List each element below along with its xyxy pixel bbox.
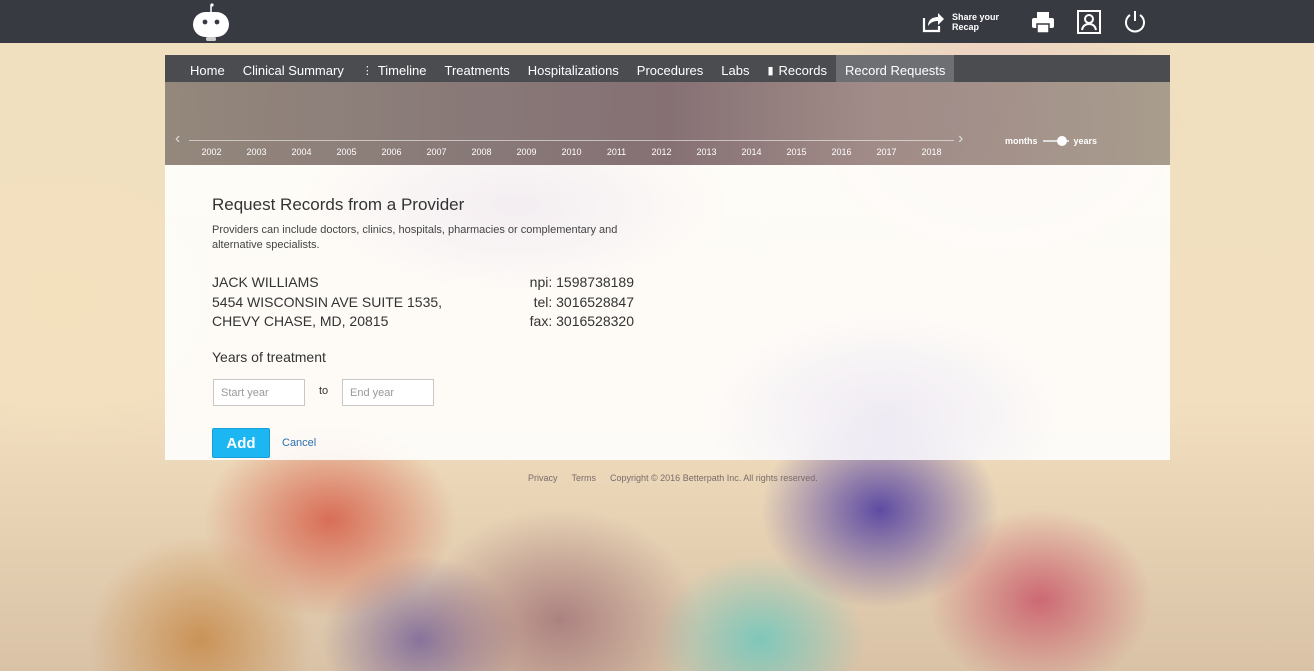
- nav-record-requests-label: Record Requests: [844, 62, 946, 78]
- year-2012[interactable]: 2012: [639, 140, 684, 157]
- year-2005[interactable]: 2005: [324, 140, 369, 157]
- toggle-years-label[interactable]: years: [1074, 136, 1098, 146]
- provider-address: JACK WILLIAMS 5454 WISCONSIN AVE SUITE 1…: [212, 273, 442, 332]
- request-title: Request Records from a Provider: [212, 195, 465, 214]
- timeline-next-icon[interactable]: ›: [958, 131, 963, 147]
- timeline-bar: ‹ 2002 2003 2004 2005 2006 2007 2008 200…: [165, 82, 1170, 165]
- toggle-months-label[interactable]: months: [1005, 136, 1038, 146]
- robot-logo-icon[interactable]: [190, 2, 232, 42]
- year-2016[interactable]: 2016: [819, 140, 864, 157]
- nav-clinical-summary-label: Clinical Summary: [242, 62, 344, 78]
- share-recap-label: Share your Recap: [952, 12, 1000, 32]
- nav-clinical-summary[interactable]: Clinical Summary: [234, 55, 353, 82]
- vertical-dots-icon: ⋮: [361, 64, 373, 77]
- years-of-treatment-label: Years of treatment: [212, 349, 326, 365]
- provider-name: JACK WILLIAMS: [212, 274, 319, 290]
- year-2009[interactable]: 2009: [504, 140, 549, 157]
- year-2006[interactable]: 2006: [369, 140, 414, 157]
- year-2010[interactable]: 2010: [549, 140, 594, 157]
- power-icon[interactable]: [1122, 9, 1148, 35]
- top-bar: Share your Recap: [0, 0, 1314, 43]
- year-2017[interactable]: 2017: [864, 140, 909, 157]
- nav-timeline[interactable]: ⋮ Timeline: [353, 55, 436, 82]
- nav-treatments[interactable]: Treatments: [435, 55, 518, 82]
- months-years-toggle: months years: [1005, 136, 1097, 146]
- timeline-years: 2002 2003 2004 2005 2006 2007 2008 2009 …: [189, 140, 954, 157]
- nav-labs[interactable]: Labs: [712, 55, 758, 82]
- provider-npi: npi: 1598738189: [529, 274, 634, 290]
- profile-icon[interactable]: [1076, 9, 1102, 35]
- document-icon: ▮: [767, 64, 774, 77]
- request-description: Providers can include doctors, clinics, …: [212, 224, 618, 251]
- nav-procedures[interactable]: Procedures: [628, 55, 712, 82]
- provider-contact: npi: 1598738189 tel: 3016528847 fax: 301…: [483, 273, 634, 332]
- year-2003[interactable]: 2003: [234, 140, 279, 157]
- year-2007[interactable]: 2007: [414, 140, 459, 157]
- footer: Privacy Terms Copyright © 2016 Betterpat…: [528, 473, 832, 483]
- toggle-switch[interactable]: [1042, 136, 1069, 146]
- nav-hospitalizations-label: Hospitalizations: [527, 62, 619, 78]
- main-panel: Home Clinical Summary ⋮ Timeline Treatmen…: [165, 55, 1170, 460]
- year-2011[interactable]: 2011: [594, 140, 639, 157]
- year-2004[interactable]: 2004: [279, 140, 324, 157]
- print-icon[interactable]: [1030, 9, 1056, 35]
- nav-records-label: Records: [778, 62, 827, 78]
- share-icon: [922, 13, 944, 33]
- nav-home[interactable]: Home: [181, 55, 234, 82]
- nav-hospitalizations[interactable]: Hospitalizations: [519, 55, 628, 82]
- footer-terms-link[interactable]: Terms: [572, 473, 597, 483]
- nav-home-label: Home: [190, 62, 225, 78]
- provider-address-line2: CHEVY CHASE, MD, 20815: [212, 313, 389, 329]
- year-2014[interactable]: 2014: [729, 140, 774, 157]
- nav-procedures-label: Procedures: [636, 62, 704, 78]
- year-2002[interactable]: 2002: [189, 140, 234, 157]
- provider-address-line1: 5454 WISCONSIN AVE SUITE 1535,: [212, 293, 443, 310]
- start-year-input[interactable]: [213, 379, 305, 406]
- year-2008[interactable]: 2008: [459, 140, 504, 157]
- provider-fax: fax: 3016528320: [529, 313, 634, 329]
- year-2015[interactable]: 2015: [774, 140, 819, 157]
- nav-treatments-label: Treatments: [444, 62, 510, 78]
- add-button[interactable]: Add: [212, 428, 270, 458]
- to-label: to: [319, 385, 329, 397]
- year-2018[interactable]: 2018: [909, 140, 954, 157]
- year-2013[interactable]: 2013: [684, 140, 729, 157]
- top-actions: Share your Recap: [920, 6, 1168, 38]
- footer-privacy-link[interactable]: Privacy: [528, 473, 558, 483]
- end-year-input[interactable]: [342, 379, 434, 406]
- cancel-link[interactable]: Cancel: [282, 437, 316, 449]
- provider-tel: tel: 3016528847: [533, 293, 634, 310]
- nav-record-requests[interactable]: Record Requests: [835, 55, 955, 82]
- timeline-prev-icon[interactable]: ‹: [175, 131, 180, 147]
- request-content: Request Records from a Provider Provider…: [165, 165, 1170, 460]
- main-nav: Home Clinical Summary ⋮ Timeline Treatmen…: [165, 55, 1170, 82]
- nav-timeline-label: Timeline: [377, 62, 427, 78]
- nav-labs-label: Labs: [721, 62, 750, 78]
- share-recap-button[interactable]: Share your Recap: [920, 9, 1002, 35]
- footer-copyright: Copyright © 2016 Betterpath Inc. All rig…: [610, 473, 818, 483]
- nav-records[interactable]: ▮ Records: [758, 55, 835, 82]
